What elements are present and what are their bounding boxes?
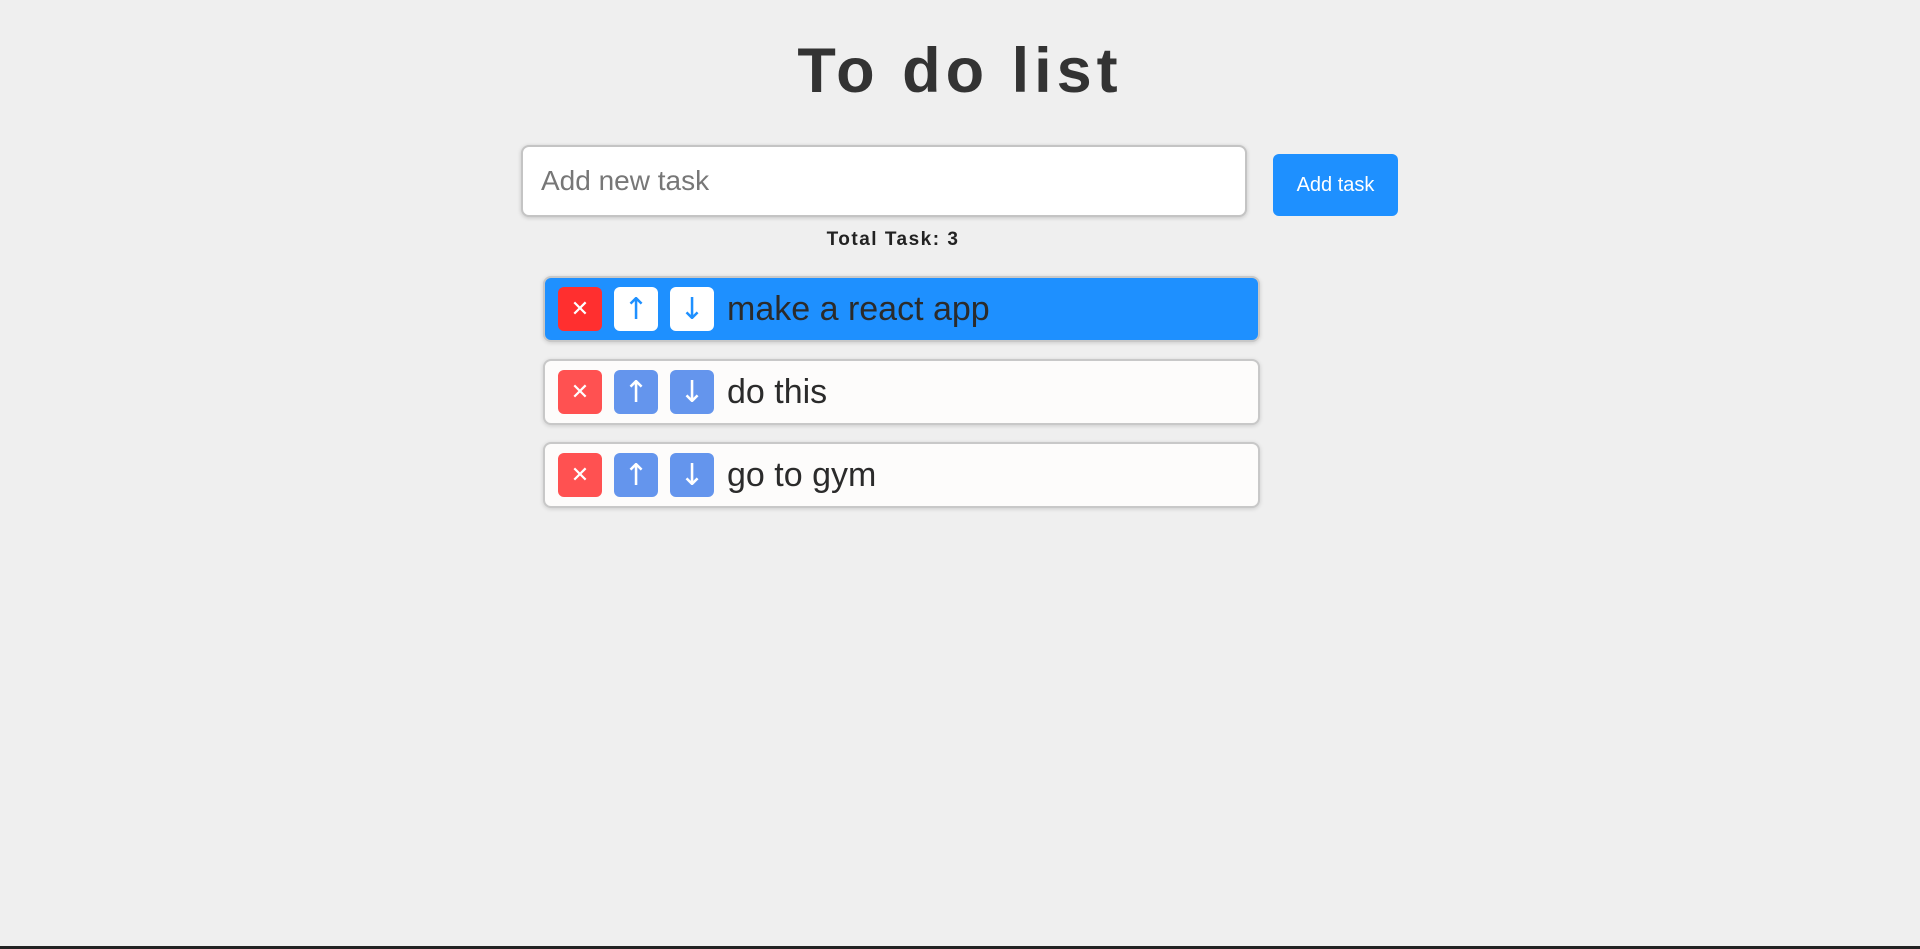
- task-item: ✕ ↑ ↓ do this: [543, 359, 1260, 425]
- arrow-down-icon: ↓: [679, 291, 705, 327]
- move-down-button[interactable]: ↓: [670, 287, 714, 331]
- arrow-down-icon: ↓: [679, 457, 705, 493]
- task-text: go to gym: [727, 455, 877, 494]
- arrow-down-icon: ↓: [679, 374, 705, 410]
- new-task-input[interactable]: [521, 145, 1247, 217]
- arrow-up-icon: ↑: [623, 374, 649, 410]
- close-icon: ✕: [570, 379, 590, 405]
- delete-task-button[interactable]: ✕: [558, 370, 602, 414]
- delete-task-button[interactable]: ✕: [558, 453, 602, 497]
- move-down-button[interactable]: ↓: [670, 453, 714, 497]
- close-icon: ✕: [570, 296, 590, 322]
- task-item: ✕ ↑ ↓ go to gym: [543, 442, 1260, 508]
- move-up-button[interactable]: ↑: [614, 370, 658, 414]
- task-list: ✕ ↑ ↓ make a react app ✕ ↑ ↓ do this ✕ ↑…: [543, 276, 1260, 525]
- arrow-up-icon: ↑: [623, 457, 649, 493]
- task-text: do this: [727, 372, 828, 411]
- arrow-up-icon: ↑: [623, 291, 649, 327]
- move-up-button[interactable]: ↑: [614, 287, 658, 331]
- add-task-button[interactable]: Add task: [1273, 154, 1398, 216]
- total-task-count: Total Task: 3: [826, 229, 960, 250]
- move-up-button[interactable]: ↑: [614, 453, 658, 497]
- page-title: To do list: [797, 36, 1123, 106]
- move-down-button[interactable]: ↓: [670, 370, 714, 414]
- close-icon: ✕: [570, 462, 590, 488]
- task-text: make a react app: [727, 289, 990, 328]
- delete-task-button[interactable]: ✕: [558, 287, 602, 331]
- task-item: ✕ ↑ ↓ make a react app: [543, 276, 1260, 342]
